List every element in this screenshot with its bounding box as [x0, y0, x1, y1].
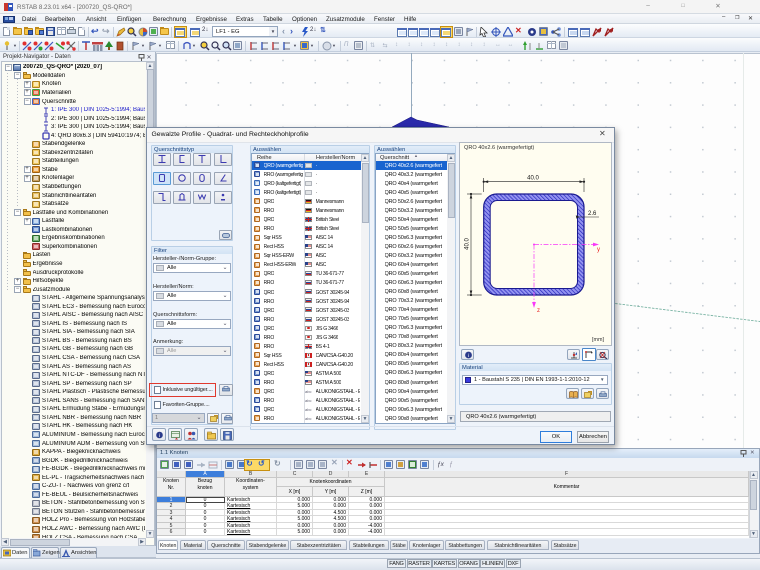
svg-text:40.0: 40.0 [465, 238, 471, 250]
svg-text:z: z [537, 308, 540, 314]
svg-text:40.0: 40.0 [527, 176, 539, 182]
svg-text:2.6: 2.6 [588, 211, 597, 217]
svg-text:y: y [597, 247, 600, 253]
